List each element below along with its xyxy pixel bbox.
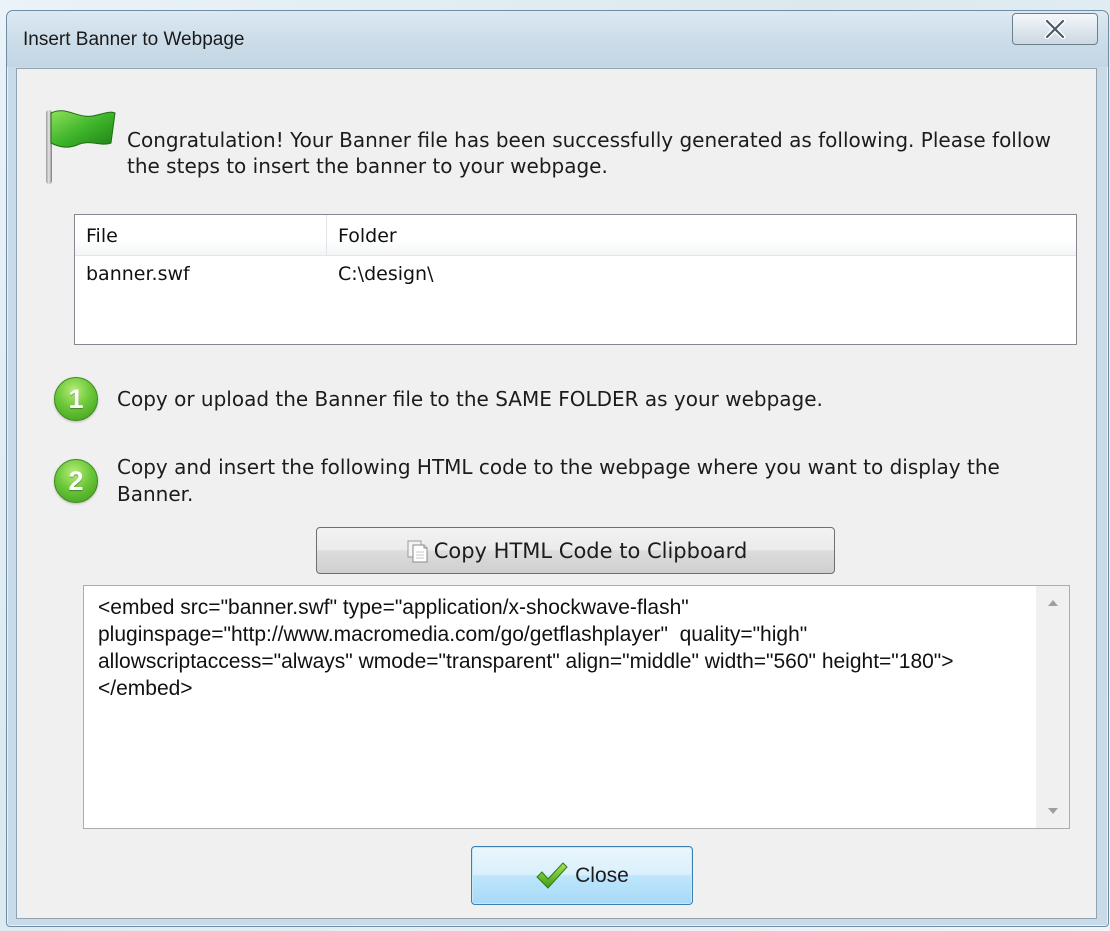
window-title: Insert Banner to Webpage bbox=[23, 29, 245, 50]
scroll-up-button[interactable] bbox=[1037, 588, 1069, 618]
scroll-down-button[interactable] bbox=[1037, 796, 1069, 826]
close-button-label: Close bbox=[575, 863, 629, 887]
congratulation-message: Congratulation! Your Banner file has bee… bbox=[127, 128, 1052, 178]
title-bar[interactable]: Insert Banner to Webpage bbox=[7, 11, 1108, 67]
column-header-folder[interactable]: Folder bbox=[327, 215, 1076, 255]
close-icon bbox=[1044, 19, 1066, 39]
folder-path-cell: C:\design\ bbox=[338, 263, 434, 285]
dialog-content: Congratulation! Your Banner file has bee… bbox=[16, 68, 1097, 919]
file-list-header: File Folder bbox=[75, 215, 1076, 256]
checkmark-icon bbox=[536, 861, 568, 889]
file-list[interactable]: File Folder banner.swf C:\design\ bbox=[74, 214, 1077, 345]
dialog-window: Insert Banner to Webpage Congratulation!… bbox=[6, 10, 1109, 927]
clipboard-icon bbox=[407, 540, 428, 562]
vertical-scrollbar[interactable] bbox=[1036, 586, 1069, 828]
html-code-text[interactable]: <embed src="banner.swf" type="applicatio… bbox=[98, 594, 1018, 702]
step-one-icon: 1 bbox=[54, 377, 98, 421]
scroll-down-arrow-icon bbox=[1048, 808, 1058, 814]
file-name-cell: banner.swf bbox=[86, 263, 190, 285]
table-row[interactable]: banner.swf C:\design\ bbox=[75, 257, 1076, 291]
close-button[interactable]: Close bbox=[471, 846, 693, 905]
window-close-button[interactable] bbox=[1012, 13, 1098, 45]
column-header-file[interactable]: File bbox=[75, 215, 327, 255]
step-two-icon: 2 bbox=[54, 459, 98, 503]
html-code-textarea[interactable]: <embed src="banner.swf" type="applicatio… bbox=[83, 585, 1070, 829]
copy-button-label: Copy HTML Code to Clipboard bbox=[433, 538, 748, 563]
green-flag-icon bbox=[39, 107, 119, 191]
step-one-text: Copy or upload the Banner file to the SA… bbox=[117, 387, 823, 411]
copy-html-code-button[interactable]: Copy HTML Code to Clipboard bbox=[316, 527, 835, 574]
step-two-text: Copy and insert the following HTML code … bbox=[117, 455, 1000, 506]
scroll-up-arrow-icon bbox=[1048, 600, 1058, 606]
